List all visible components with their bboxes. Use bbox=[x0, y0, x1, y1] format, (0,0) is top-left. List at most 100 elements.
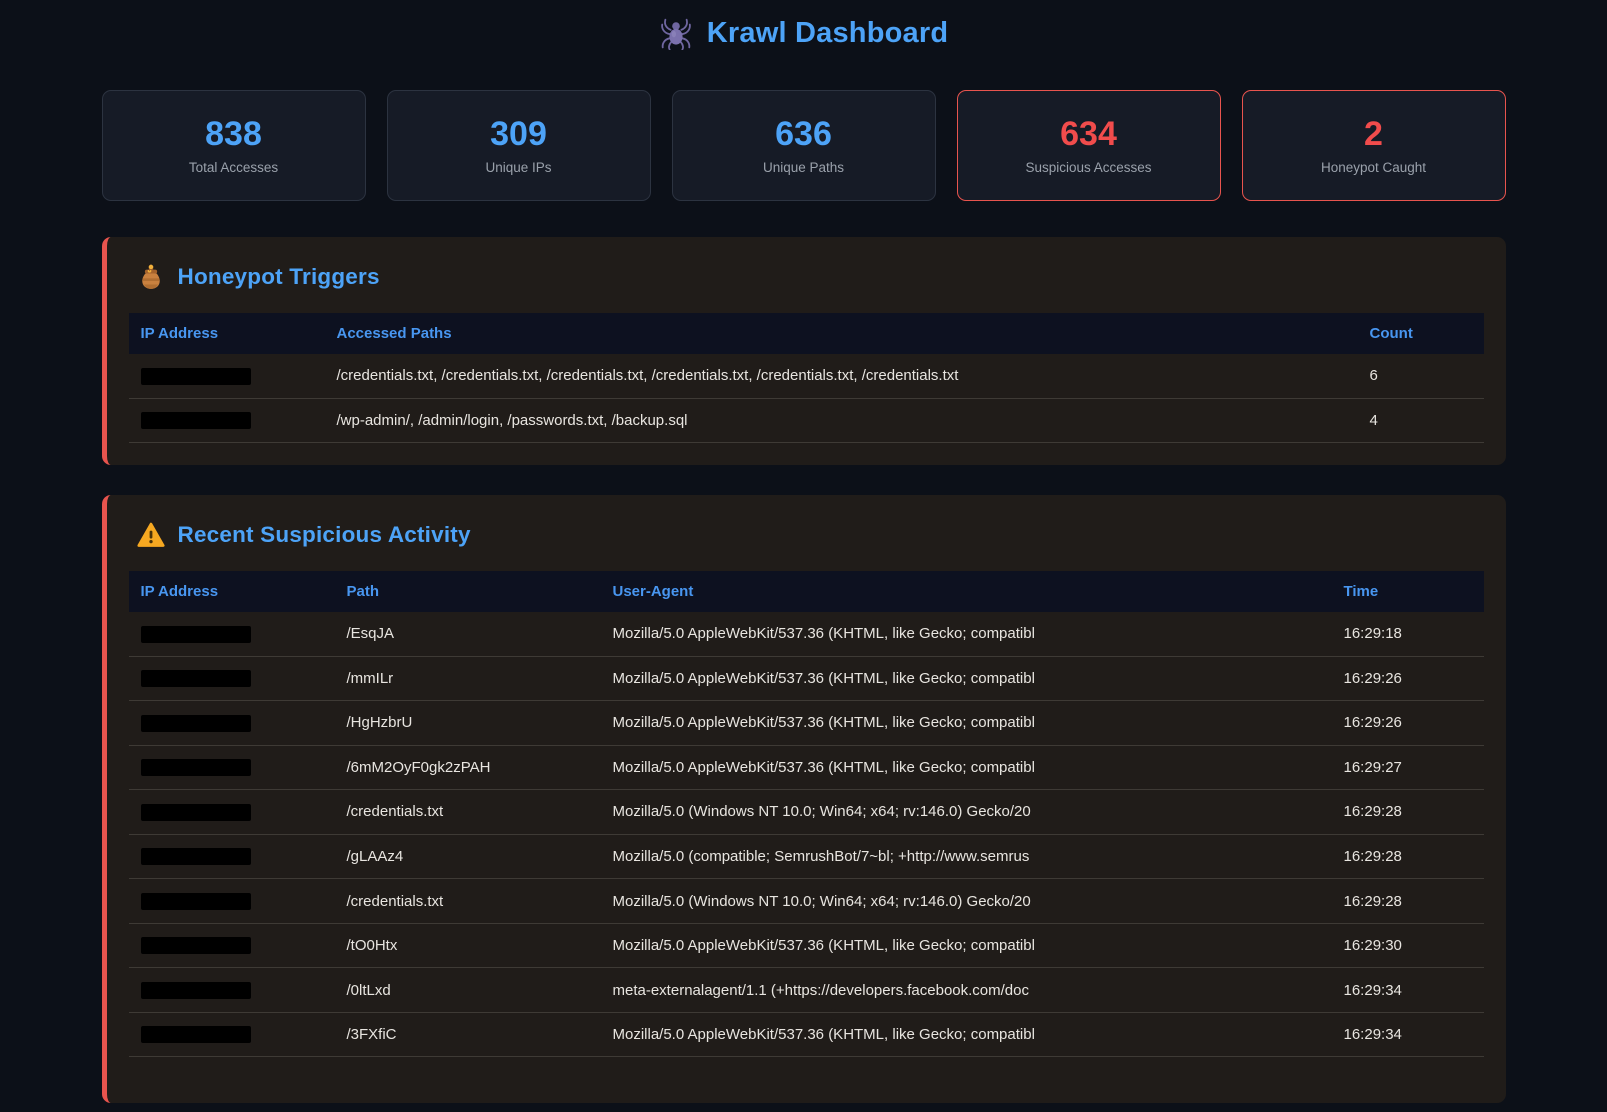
stat-card: 634 Suspicious Accesses bbox=[957, 90, 1221, 201]
stat-value: 634 bbox=[1060, 117, 1117, 151]
stats-row: 838 Total Accesses 309 Unique IPs 636 Un… bbox=[102, 90, 1506, 201]
redacted-ip-bar bbox=[141, 982, 251, 999]
redacted-ip-bar bbox=[141, 412, 251, 429]
stat-card: 2 Honeypot Caught bbox=[1242, 90, 1506, 201]
user-agent-cell: meta-externalagent/1.1 (+https://develop… bbox=[601, 968, 1332, 1013]
redacted-ip-bar bbox=[141, 759, 251, 776]
stat-label: Unique IPs bbox=[485, 160, 551, 175]
time-cell: 16:29:34 bbox=[1332, 1012, 1484, 1057]
path-cell: /EsqJA bbox=[335, 612, 601, 656]
activity-table-body: /EsqJA Mozilla/5.0 AppleWebKit/537.36 (K… bbox=[129, 612, 1484, 1057]
panel-bottom-padding bbox=[129, 1057, 1484, 1081]
stat-value: 636 bbox=[775, 117, 832, 151]
activity-row: /3FXfiC Mozilla/5.0 AppleWebKit/537.36 (… bbox=[129, 1012, 1484, 1057]
count-cell: 6 bbox=[1358, 354, 1484, 398]
activity-row: /mmILr Mozilla/5.0 AppleWebKit/537.36 (K… bbox=[129, 656, 1484, 701]
redacted-ip-bar bbox=[141, 626, 251, 643]
honeypot-row: /credentials.txt, /credentials.txt, /cre… bbox=[129, 354, 1484, 398]
activity-row: /6mM2OyF0gk2zPAH Mozilla/5.0 AppleWebKit… bbox=[129, 745, 1484, 790]
path-cell: /0ltLxd bbox=[335, 968, 601, 1013]
time-cell: 16:29:30 bbox=[1332, 923, 1484, 968]
user-agent-cell: Mozilla/5.0 AppleWebKit/537.36 (KHTML, l… bbox=[601, 745, 1332, 790]
column-header-time: Time bbox=[1332, 571, 1484, 612]
path-cell: /3FXfiC bbox=[335, 1012, 601, 1057]
stat-card: 309 Unique IPs bbox=[387, 90, 651, 201]
stat-value: 309 bbox=[490, 117, 547, 151]
column-header-paths: Accessed Paths bbox=[325, 313, 1358, 354]
activity-row: /credentials.txt Mozilla/5.0 (Windows NT… bbox=[129, 879, 1484, 924]
accessed-paths-cell: /credentials.txt, /credentials.txt, /cre… bbox=[325, 354, 1358, 398]
honeypot-row: /wp-admin/, /admin/login, /passwords.txt… bbox=[129, 398, 1484, 443]
user-agent-cell: Mozilla/5.0 AppleWebKit/537.36 (KHTML, l… bbox=[601, 1012, 1332, 1057]
user-agent-cell: Mozilla/5.0 AppleWebKit/537.36 (KHTML, l… bbox=[601, 612, 1332, 656]
ip-cell bbox=[129, 1012, 335, 1057]
count-cell: 4 bbox=[1358, 398, 1484, 443]
ip-cell bbox=[129, 968, 335, 1013]
path-cell: /mmILr bbox=[335, 656, 601, 701]
user-agent-cell: Mozilla/5.0 AppleWebKit/537.36 (KHTML, l… bbox=[601, 656, 1332, 701]
stat-value: 2 bbox=[1364, 117, 1383, 151]
path-cell: /6mM2OyF0gk2zPAH bbox=[335, 745, 601, 790]
user-agent-cell: Mozilla/5.0 AppleWebKit/537.36 (KHTML, l… bbox=[601, 923, 1332, 968]
path-cell: /gLAAz4 bbox=[335, 834, 601, 879]
redacted-ip-bar bbox=[141, 368, 251, 385]
ip-cell bbox=[129, 834, 335, 879]
honeypot-table-body: /credentials.txt, /credentials.txt, /cre… bbox=[129, 354, 1484, 443]
redacted-ip-bar bbox=[141, 715, 251, 732]
path-cell: /tO0Htx bbox=[335, 923, 601, 968]
time-cell: 16:29:26 bbox=[1332, 656, 1484, 701]
column-header-ip: IP Address bbox=[129, 571, 335, 612]
stat-value: 838 bbox=[205, 117, 262, 151]
warning-icon bbox=[137, 521, 165, 549]
honeypot-triggers-section: Honeypot Triggers IP Address Accessed Pa… bbox=[102, 237, 1506, 465]
stat-label: Suspicious Accesses bbox=[1025, 160, 1151, 175]
user-agent-cell: Mozilla/5.0 AppleWebKit/537.36 (KHTML, l… bbox=[601, 701, 1332, 746]
activity-section-heading: Recent Suspicious Activity bbox=[178, 522, 471, 548]
krawl-dashboard: Krawl Dashboard 838 Total Accesses 309 U… bbox=[102, 16, 1506, 1103]
stat-card: 636 Unique Paths bbox=[672, 90, 936, 201]
activity-row: /credentials.txt Mozilla/5.0 (Windows NT… bbox=[129, 790, 1484, 835]
time-cell: 16:29:28 bbox=[1332, 790, 1484, 835]
activity-row: /HgHzbrU Mozilla/5.0 AppleWebKit/537.36 … bbox=[129, 701, 1484, 746]
activity-row: /0ltLxd meta-externalagent/1.1 (+https:/… bbox=[129, 968, 1484, 1013]
stat-card: 838 Total Accesses bbox=[102, 90, 366, 201]
activity-table-header: IP Address Path User-Agent Time bbox=[129, 571, 1484, 612]
honeypot-icon bbox=[137, 263, 165, 291]
time-cell: 16:29:34 bbox=[1332, 968, 1484, 1013]
ip-cell bbox=[129, 745, 335, 790]
user-agent-cell: Mozilla/5.0 (Windows NT 10.0; Win64; x64… bbox=[601, 879, 1332, 924]
activity-row: /gLAAz4 Mozilla/5.0 (compatible; Semrush… bbox=[129, 834, 1484, 879]
page-title: Krawl Dashboard bbox=[707, 17, 949, 50]
path-cell: /credentials.txt bbox=[335, 790, 601, 835]
activity-section-title: Recent Suspicious Activity bbox=[129, 521, 1484, 549]
ip-cell bbox=[129, 656, 335, 701]
honeypot-table: IP Address Accessed Paths Count /credent… bbox=[129, 313, 1484, 443]
stat-label: Honeypot Caught bbox=[1321, 160, 1426, 175]
user-agent-cell: Mozilla/5.0 (compatible; SemrushBot/7~bl… bbox=[601, 834, 1332, 879]
column-header-ip: IP Address bbox=[129, 313, 325, 354]
column-header-path: Path bbox=[335, 571, 601, 612]
ip-cell bbox=[129, 790, 335, 835]
spider-icon bbox=[659, 16, 693, 50]
ip-cell bbox=[129, 879, 335, 924]
ip-cell bbox=[129, 701, 335, 746]
redacted-ip-bar bbox=[141, 670, 251, 687]
redacted-ip-bar bbox=[141, 893, 251, 910]
stat-label: Unique Paths bbox=[763, 160, 844, 175]
honeypot-table-header: IP Address Accessed Paths Count bbox=[129, 313, 1484, 354]
time-cell: 16:29:28 bbox=[1332, 879, 1484, 924]
honeypot-section-title: Honeypot Triggers bbox=[129, 263, 1484, 291]
path-cell: /credentials.txt bbox=[335, 879, 601, 924]
time-cell: 16:29:28 bbox=[1332, 834, 1484, 879]
accessed-paths-cell: /wp-admin/, /admin/login, /passwords.txt… bbox=[325, 398, 1358, 443]
honeypot-section-heading: Honeypot Triggers bbox=[178, 264, 380, 290]
column-header-count: Count bbox=[1358, 313, 1484, 354]
ip-cell bbox=[129, 612, 335, 656]
stat-label: Total Accesses bbox=[189, 160, 278, 175]
time-cell: 16:29:27 bbox=[1332, 745, 1484, 790]
activity-table: IP Address Path User-Agent Time /EsqJA M… bbox=[129, 571, 1484, 1057]
ip-cell bbox=[129, 923, 335, 968]
redacted-ip-bar bbox=[141, 937, 251, 954]
redacted-ip-bar bbox=[141, 804, 251, 821]
time-cell: 16:29:18 bbox=[1332, 612, 1484, 656]
